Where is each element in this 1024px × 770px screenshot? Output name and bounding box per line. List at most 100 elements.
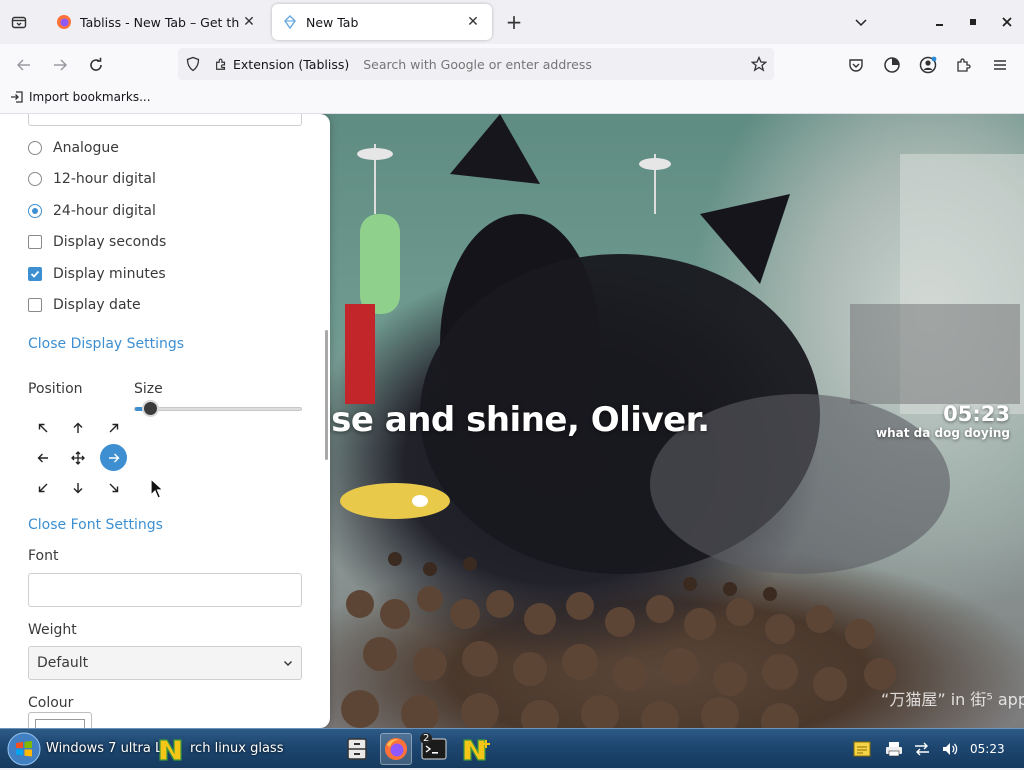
import-icon	[11, 91, 23, 103]
radio-12-hour-digital[interactable]: 12-hour digital	[28, 171, 156, 187]
tab-new-tab[interactable]: New Tab ✕	[272, 4, 492, 40]
app-logo-icon	[159, 739, 182, 761]
taskbar-terminal[interactable]: 2	[418, 733, 450, 765]
weight-label: Weight	[28, 622, 77, 638]
checkbox-display-date[interactable]: Display date	[28, 297, 141, 313]
speaker-icon	[943, 743, 958, 755]
position-centre[interactable]	[64, 444, 91, 471]
close-display-settings-link[interactable]: Close Display Settings	[28, 336, 184, 352]
weight-select[interactable]: Default	[28, 646, 302, 680]
previous-select[interactable]	[28, 114, 302, 126]
import-bookmarks-label: Import bookmarks...	[29, 90, 151, 104]
printer-tray-icon[interactable]	[884, 739, 904, 759]
minimize-button[interactable]	[926, 10, 952, 34]
reload-button[interactable]	[82, 52, 110, 78]
radio-icon	[28, 141, 42, 155]
size-slider[interactable]	[134, 400, 302, 417]
position-top-right[interactable]	[100, 414, 127, 441]
network-tray-icon[interactable]	[912, 739, 932, 759]
position-bottom-left[interactable]	[29, 474, 56, 501]
colour-swatch	[35, 719, 85, 728]
checkbox-display-minutes[interactable]: Display minutes	[28, 266, 166, 282]
tab-title: New Tab	[306, 14, 359, 30]
import-bookmarks-button[interactable]: Import bookmarks...	[10, 90, 151, 104]
position-middle-right[interactable]	[100, 444, 127, 471]
extension-icon	[216, 58, 226, 70]
close-icon	[1002, 17, 1012, 27]
bookmarks-toolbar: Import bookmarks...	[0, 84, 1024, 114]
option-label: Display seconds	[53, 234, 167, 250]
option-label: Analogue	[53, 140, 119, 156]
identity-box[interactable]: Extension (Tabliss)	[208, 52, 355, 76]
address-input[interactable]	[355, 56, 744, 72]
taskbar-window-title-2[interactable]: rch linux glass	[190, 741, 283, 756]
notes-tray-icon[interactable]	[852, 739, 872, 759]
clock-time: 05:23	[943, 402, 1010, 426]
tab-tabliss-addon[interactable]: Tabliss - New Tab – Get this Ex ✕	[46, 4, 268, 40]
colour-label: Colour	[28, 695, 74, 711]
account-button[interactable]	[914, 52, 942, 78]
size-label: Size	[134, 381, 163, 397]
taskbar-notepadqq[interactable]	[460, 733, 492, 765]
taskbar-window-title[interactable]: Windows 7 ultra L	[46, 741, 162, 756]
tracking-protection-button[interactable]	[178, 48, 208, 80]
size-slider-handle[interactable]	[141, 400, 159, 417]
position-bottom-centre[interactable]	[64, 474, 91, 501]
forward-button[interactable]	[46, 52, 74, 78]
close-window-button[interactable]	[994, 10, 1020, 34]
panel-scrollbar[interactable]	[325, 330, 328, 460]
hamburger-menu-icon	[994, 60, 1006, 70]
colour-picker[interactable]	[28, 712, 92, 728]
firefox-view-button[interactable]	[878, 52, 906, 78]
reload-icon	[90, 57, 102, 71]
taskbar-file-manager[interactable]	[341, 733, 373, 765]
option-label: Display minutes	[53, 266, 166, 282]
account-icon	[919, 56, 937, 74]
radio-24-hour-digital[interactable]: 24-hour digital	[28, 203, 156, 219]
star-icon	[751, 56, 767, 72]
position-label: Position	[28, 381, 83, 397]
windows-logo-icon	[7, 732, 41, 766]
font-label: Font	[28, 548, 59, 564]
taskbar-clock[interactable]: 05:23	[970, 742, 1005, 756]
extensions-button[interactable]	[950, 52, 978, 78]
clock-color-icon	[884, 57, 900, 73]
mouse-cursor-icon	[150, 478, 164, 499]
option-label: Display date	[53, 297, 141, 313]
maximize-button[interactable]	[960, 10, 986, 34]
checkbox-checked-icon	[28, 267, 42, 281]
position-top-left[interactable]	[29, 414, 56, 441]
new-tab-button[interactable]: +	[502, 10, 526, 34]
navigation-toolbar: Extension (Tabliss)	[0, 44, 1024, 84]
back-button[interactable]	[10, 52, 38, 78]
url-bar[interactable]: Extension (Tabliss)	[178, 48, 774, 80]
shield-icon	[186, 56, 200, 72]
sticky-note-icon	[853, 741, 871, 757]
taskbar-firefox[interactable]	[380, 733, 412, 765]
bookmark-star-button[interactable]	[744, 48, 774, 80]
start-button[interactable]	[6, 732, 42, 766]
position-middle-left[interactable]	[29, 444, 56, 471]
list-all-tabs-button[interactable]	[848, 10, 874, 34]
radio-analogue[interactable]: Analogue	[28, 140, 119, 156]
checkbox-display-seconds[interactable]: Display seconds	[28, 234, 166, 250]
close-tab-icon[interactable]: ✕	[464, 13, 482, 31]
radio-icon	[28, 172, 42, 186]
network-transfer-icon	[915, 742, 929, 756]
tab-list-button[interactable]	[6, 10, 32, 34]
close-tab-icon[interactable]: ✕	[240, 13, 258, 31]
menu-button[interactable]	[986, 52, 1014, 78]
option-label: 12-hour digital	[53, 171, 156, 187]
tab-bar: Tabliss - New Tab – Get this Ex ✕ New Ta…	[0, 0, 1024, 44]
taskbar-app-notepadqq[interactable]	[156, 733, 188, 765]
font-input[interactable]	[28, 573, 302, 607]
volume-tray-icon[interactable]	[940, 739, 960, 759]
radio-selected-icon	[28, 204, 42, 218]
position-top-centre[interactable]	[64, 414, 91, 441]
close-font-settings-link[interactable]: Close Font Settings	[28, 517, 163, 533]
pocket-button[interactable]	[842, 52, 870, 78]
option-label: 24-hour digital	[53, 203, 156, 219]
minimize-icon	[936, 24, 943, 26]
tabliss-icon	[284, 15, 296, 30]
position-bottom-right[interactable]	[100, 474, 127, 501]
